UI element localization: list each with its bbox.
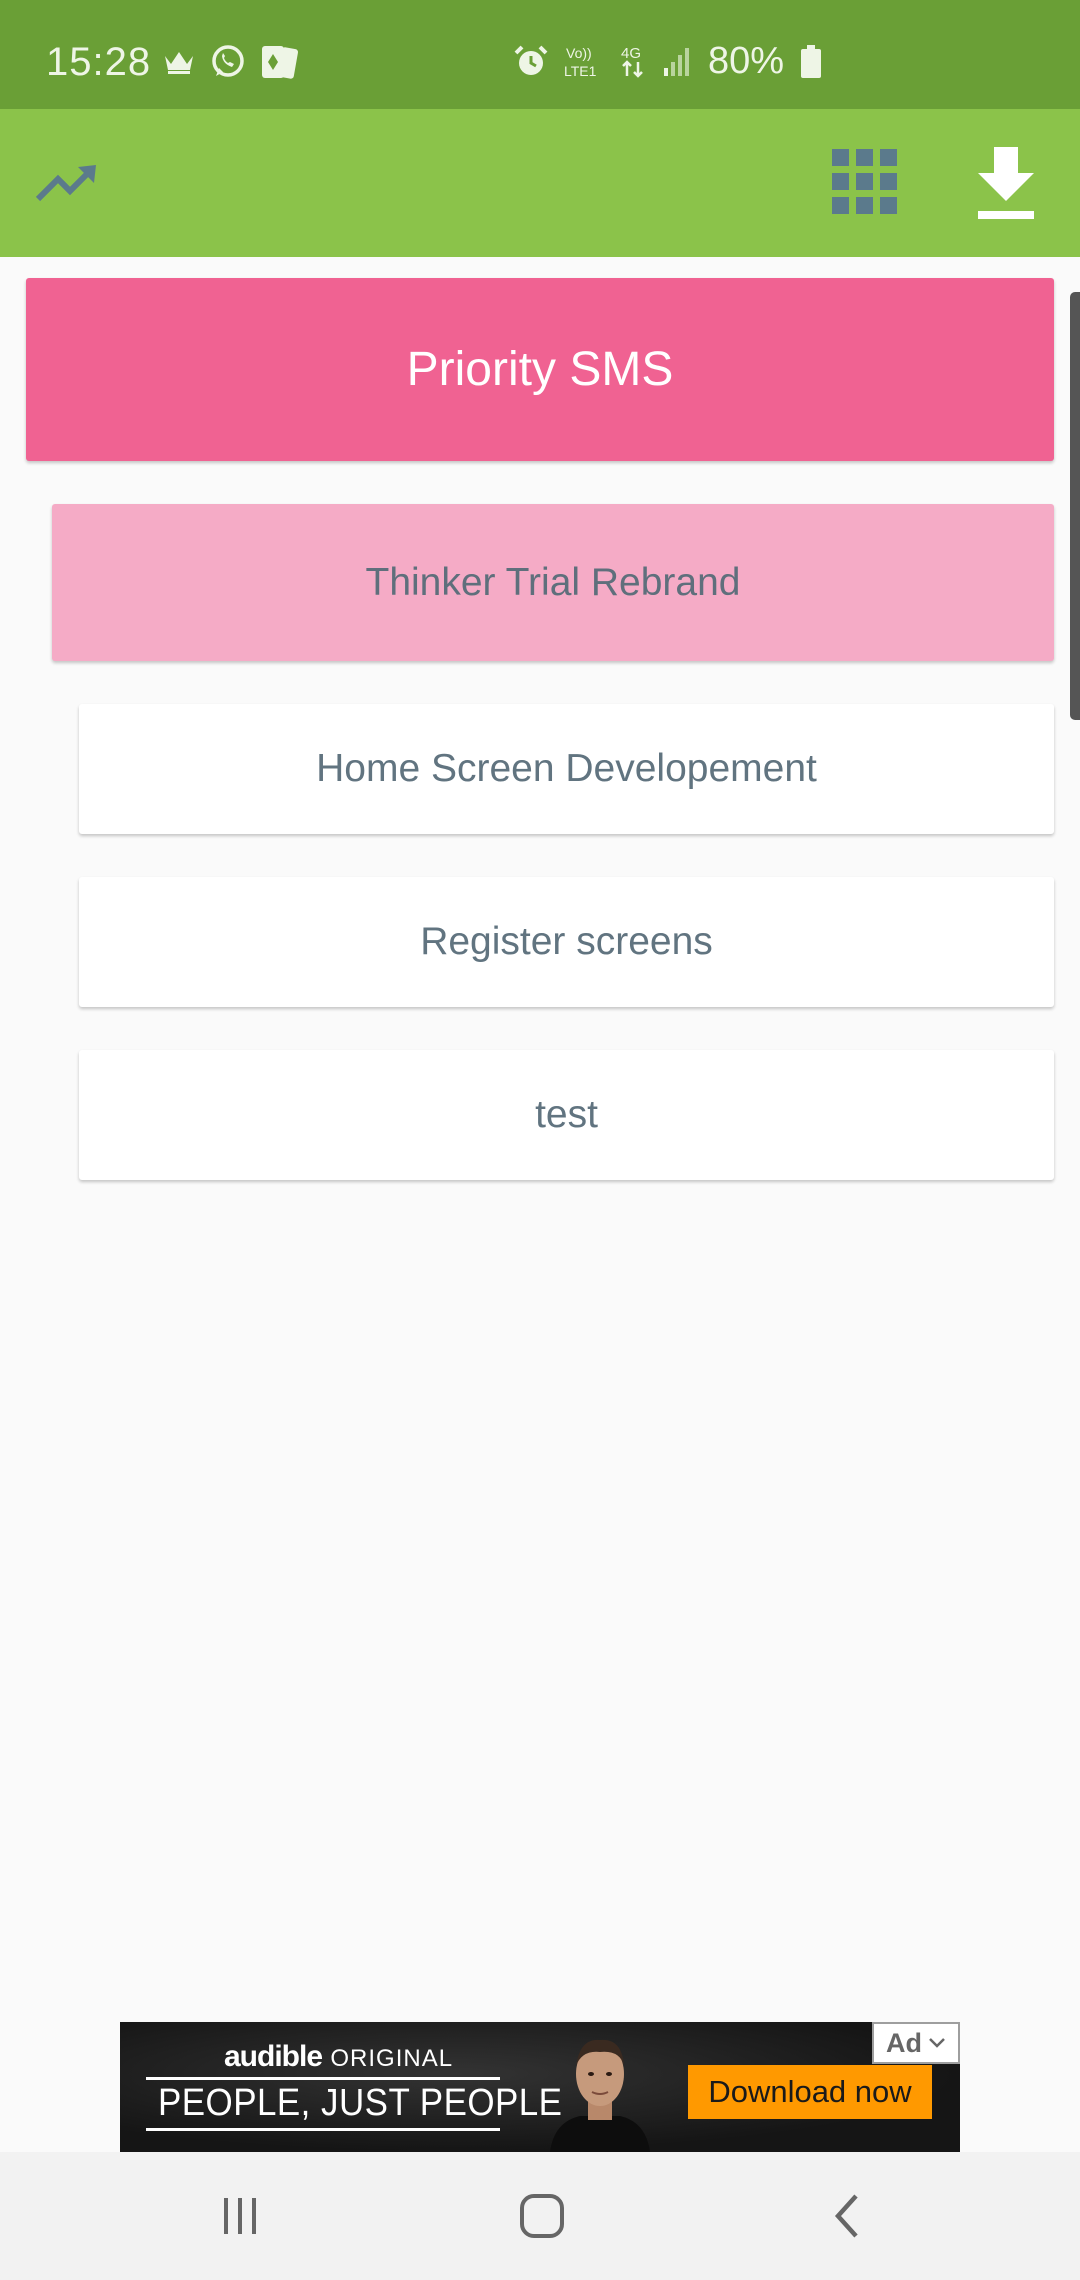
ad-banner[interactable]: audible ORIGINAL PEOPLE, JUST PEOPLE Dow… xyxy=(120,2022,960,2152)
4g-icon: 4G xyxy=(621,45,643,78)
volte-icon: Vo)) LTE1 xyxy=(564,45,597,79)
ad-download-button[interactable]: Download now xyxy=(688,2065,932,2119)
svg-text:LTE1: LTE1 xyxy=(564,63,597,79)
alarm-icon xyxy=(514,45,548,75)
battery-icon xyxy=(801,44,822,78)
system-nav-bar xyxy=(0,2152,1080,2280)
status-system-icons: Vo)) LTE1 4G 80% xyxy=(514,40,822,83)
cards-icon xyxy=(262,46,299,79)
status-bar: 15:28 Vo)) LTE1 4G 80% xyxy=(0,0,1080,109)
recents-icon[interactable] xyxy=(210,2186,270,2246)
scrollbar-thumb[interactable] xyxy=(1070,292,1080,720)
home-icon[interactable] xyxy=(512,2186,572,2246)
ad-person-image xyxy=(550,2039,650,2152)
ad-headline: PEOPLE, JUST PEOPLE xyxy=(158,2082,563,2124)
back-icon[interactable] xyxy=(818,2186,878,2246)
project-card[interactable]: Priority SMS xyxy=(26,278,1054,461)
ad-badge-label: Ad xyxy=(886,2027,922,2058)
apps-grid-icon[interactable] xyxy=(832,149,898,215)
battery-percent: 80% xyxy=(708,40,785,82)
trending-up-icon[interactable] xyxy=(34,161,102,205)
task-card[interactable]: Home Screen Developement xyxy=(79,704,1054,834)
ad-divider xyxy=(146,2128,500,2131)
task-title: Register screens xyxy=(420,920,713,963)
status-notification-icons xyxy=(162,44,300,80)
task-title: test xyxy=(535,1093,598,1136)
task-card[interactable]: Register screens xyxy=(79,877,1054,1007)
project-title: Priority SMS xyxy=(406,343,674,396)
task-title: Home Screen Developement xyxy=(316,747,817,790)
chevron-down-icon xyxy=(929,2038,945,2048)
subproject-title: Thinker Trial Rebrand xyxy=(365,560,741,604)
status-time: 15:28 xyxy=(46,40,152,84)
ad-choices-badge[interactable]: Ad xyxy=(872,2022,960,2064)
svg-text:Vo)): Vo)) xyxy=(566,45,592,61)
app-bar xyxy=(0,109,1080,257)
download-icon[interactable] xyxy=(974,147,1038,221)
ad-divider xyxy=(146,2077,500,2080)
subproject-card[interactable]: Thinker Trial Rebrand xyxy=(52,504,1054,661)
ad-brand: audible ORIGINAL xyxy=(224,2040,453,2074)
task-card[interactable]: test xyxy=(79,1050,1054,1180)
whatsapp-icon xyxy=(212,45,244,77)
crown-icon xyxy=(165,52,193,74)
ad-brand-sub: ORIGINAL xyxy=(330,2045,454,2072)
signal-icon xyxy=(664,47,689,76)
ad-brand-name: audible xyxy=(224,2040,323,2073)
svg-text:4G: 4G xyxy=(621,45,641,62)
